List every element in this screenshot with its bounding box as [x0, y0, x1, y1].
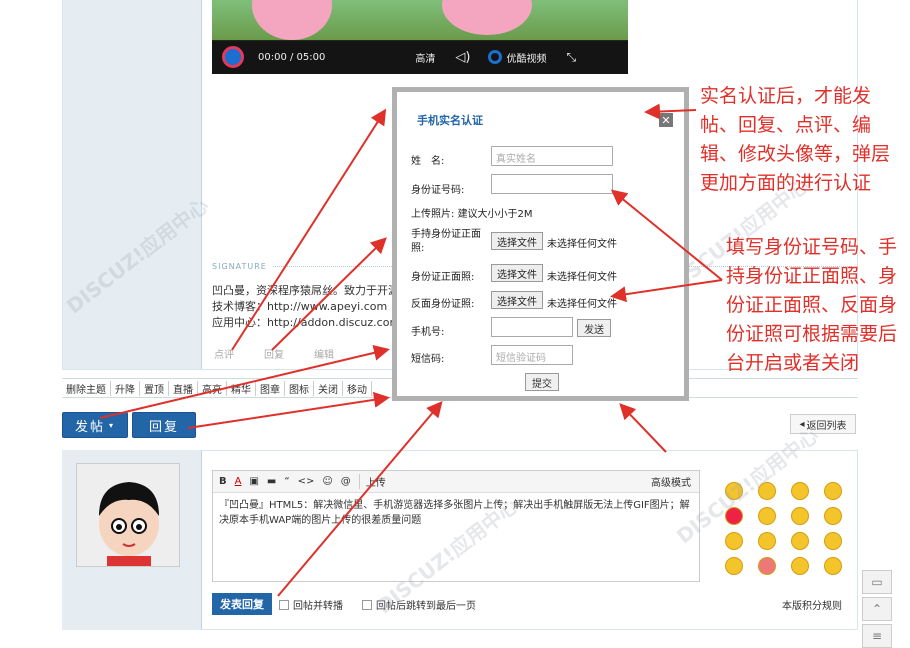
- emoji-icon[interactable]: [758, 507, 776, 525]
- back-id-label: 反面身份证照:: [411, 299, 475, 310]
- mod-move[interactable]: 移动: [343, 380, 372, 396]
- annotation-note-2: 填写身份证号码、手持身份证正面照、身份证正面照、反面身份证照可根据需要后台开启或…: [726, 236, 898, 374]
- video-time: 00:00 / 05:00: [258, 51, 326, 63]
- upload-button[interactable]: 上传: [358, 474, 386, 489]
- mod-highlight[interactable]: 高亮: [198, 380, 227, 396]
- front-id-file-button[interactable]: 选择文件: [491, 264, 543, 282]
- list-icon[interactable]: ≡: [862, 624, 892, 648]
- code-icon[interactable]: <>: [298, 476, 315, 487]
- avatar: [76, 463, 180, 567]
- reply-forward-option[interactable]: 回帖并转播: [279, 597, 343, 612]
- font-color-button[interactable]: A: [235, 476, 242, 487]
- mod-stamp[interactable]: 图章: [256, 380, 285, 396]
- video-controls: 00:00 / 05:00 高清 ◁) 优酷视频 ⤡: [212, 40, 628, 74]
- name-label: 姓 名:: [411, 156, 445, 167]
- photo-label-text: 上传照片:: [411, 209, 455, 220]
- emoji-icon[interactable]: [824, 482, 842, 500]
- volume-icon[interactable]: ◁): [455, 50, 470, 65]
- emoji-icon[interactable]: [758, 532, 776, 550]
- signature-title: SIGNATURE: [212, 262, 273, 271]
- modal-title: 手机实名认证: [417, 114, 483, 127]
- reply-button[interactable]: 回复: [132, 412, 196, 438]
- bold-button[interactable]: B: [219, 476, 227, 487]
- signature-line-2: 技术博客：http://www.apeyi.com: [212, 300, 388, 313]
- photo-hint: 建议大小小于2M: [457, 209, 533, 220]
- annotation-note-1: 实名认证后，才能发帖、回复、点评、编辑、修改头像等，弹层更加方面的进行认证: [700, 85, 891, 194]
- mod-sticky[interactable]: 置顶: [140, 380, 169, 396]
- name-input[interactable]: 真实姓名: [491, 146, 613, 166]
- advanced-mode-link[interactable]: 高级模式: [651, 474, 691, 489]
- scroll-top-icon[interactable]: ⌃: [862, 597, 892, 621]
- phone-label: 手机号:: [411, 327, 445, 338]
- arrow: [619, 403, 667, 453]
- youku-logo-icon: [488, 50, 503, 64]
- youku-brand: 优酷视频: [506, 53, 547, 65]
- image-icon[interactable]: ▣: [249, 476, 258, 487]
- photo-label: 上传照片: 建议大小小于2M: [411, 205, 533, 220]
- id-number-input[interactable]: [491, 174, 613, 194]
- sms-code-label: 短信码:: [411, 354, 445, 365]
- chevron-down-icon: ▾: [109, 420, 116, 430]
- video-player[interactable]: 00:00 / 05:00 高清 ◁) 优酷视频 ⤡: [212, 0, 628, 74]
- quote-icon[interactable]: “: [284, 476, 289, 487]
- real-name-auth-modal: 手机实名认证 ✕ 姓 名: 真实姓名 身份证号码: 上传照片: 建议大小小于2M…: [392, 87, 689, 401]
- sms-code-input[interactable]: 短信验证码: [491, 345, 573, 365]
- checkbox[interactable]: [362, 599, 372, 610]
- post-actions: 点评 回复 编辑: [214, 346, 334, 361]
- arrow: [187, 391, 390, 429]
- emoji-icon[interactable]: [725, 557, 743, 575]
- mod-live[interactable]: 直播: [169, 380, 198, 396]
- checkbox[interactable]: [279, 599, 289, 610]
- emoji-icon[interactable]: [791, 507, 809, 525]
- reply-forward-label: 回帖并转播: [293, 601, 343, 612]
- front-id-label: 身份证正面照:: [411, 272, 475, 283]
- play-icon[interactable]: [222, 46, 244, 68]
- mod-digest[interactable]: 精华: [227, 380, 256, 396]
- submit-button[interactable]: 提交: [525, 373, 559, 391]
- attachment-icon[interactable]: ▬: [267, 476, 276, 487]
- credits-rules-link[interactable]: 本版积分规则: [782, 597, 842, 612]
- front-id-file-note: 未选择任何文件: [547, 272, 617, 283]
- id-number-label: 身份证号码:: [411, 185, 465, 196]
- emoji-icon[interactable]: [824, 532, 842, 550]
- emoji-icon[interactable]: [725, 532, 743, 550]
- fullscreen-icon[interactable]: ⤡: [566, 50, 576, 65]
- phone-input[interactable]: [491, 317, 573, 337]
- reply-action[interactable]: 回复: [264, 346, 284, 361]
- hold-id-file-button[interactable]: 选择文件: [491, 232, 543, 250]
- signature-line-1: 凹凸曼，资深程序猿屌丝。致力于开源系统: [212, 284, 421, 297]
- hold-id-file-note: 未选择任何文件: [547, 239, 617, 250]
- chat-icon[interactable]: ▭: [862, 570, 892, 594]
- hold-id-label: 手持身份证正面照:: [411, 229, 481, 254]
- emoji-icon[interactable]: [791, 532, 809, 550]
- editor-toolbar: B A ▣ ▬ “ <> ☺ @ 上传 高级模式: [213, 471, 699, 493]
- new-post-label: 发帖: [74, 419, 105, 435]
- at-icon[interactable]: @: [341, 476, 351, 487]
- mod-bump[interactable]: 升降: [111, 380, 140, 396]
- smiley-icon[interactable]: ☺: [322, 476, 332, 487]
- emoji-icon[interactable]: [791, 482, 809, 500]
- back-id-file-button[interactable]: 选择文件: [491, 291, 543, 309]
- quality-button[interactable]: 高清: [415, 50, 435, 65]
- emoji-icon[interactable]: [824, 557, 842, 575]
- close-icon[interactable]: ✕: [659, 113, 673, 127]
- comment-action[interactable]: 点评: [214, 346, 234, 361]
- page: 00:00 / 05:00 高清 ◁) 优酷视频 ⤡ SIGNATURE 凹凸曼…: [0, 0, 910, 648]
- back-id-file-note: 未选择任何文件: [547, 299, 617, 310]
- mod-delete[interactable]: 删除主题: [62, 380, 111, 396]
- emoji-icon[interactable]: [758, 557, 776, 575]
- mod-icon[interactable]: 图标: [285, 380, 314, 396]
- send-code-button[interactable]: 发送: [577, 319, 611, 337]
- emoji-icon[interactable]: [791, 557, 809, 575]
- post-reply-button[interactable]: 发表回复: [212, 593, 272, 615]
- video-frame-figure: [252, 0, 332, 40]
- emoji-icon[interactable]: [824, 507, 842, 525]
- video-frame-figure-2: [442, 0, 532, 35]
- mod-close[interactable]: 关闭: [314, 380, 343, 396]
- new-post-button[interactable]: 发帖 ▾: [62, 412, 128, 438]
- edit-action[interactable]: 编辑: [314, 346, 334, 361]
